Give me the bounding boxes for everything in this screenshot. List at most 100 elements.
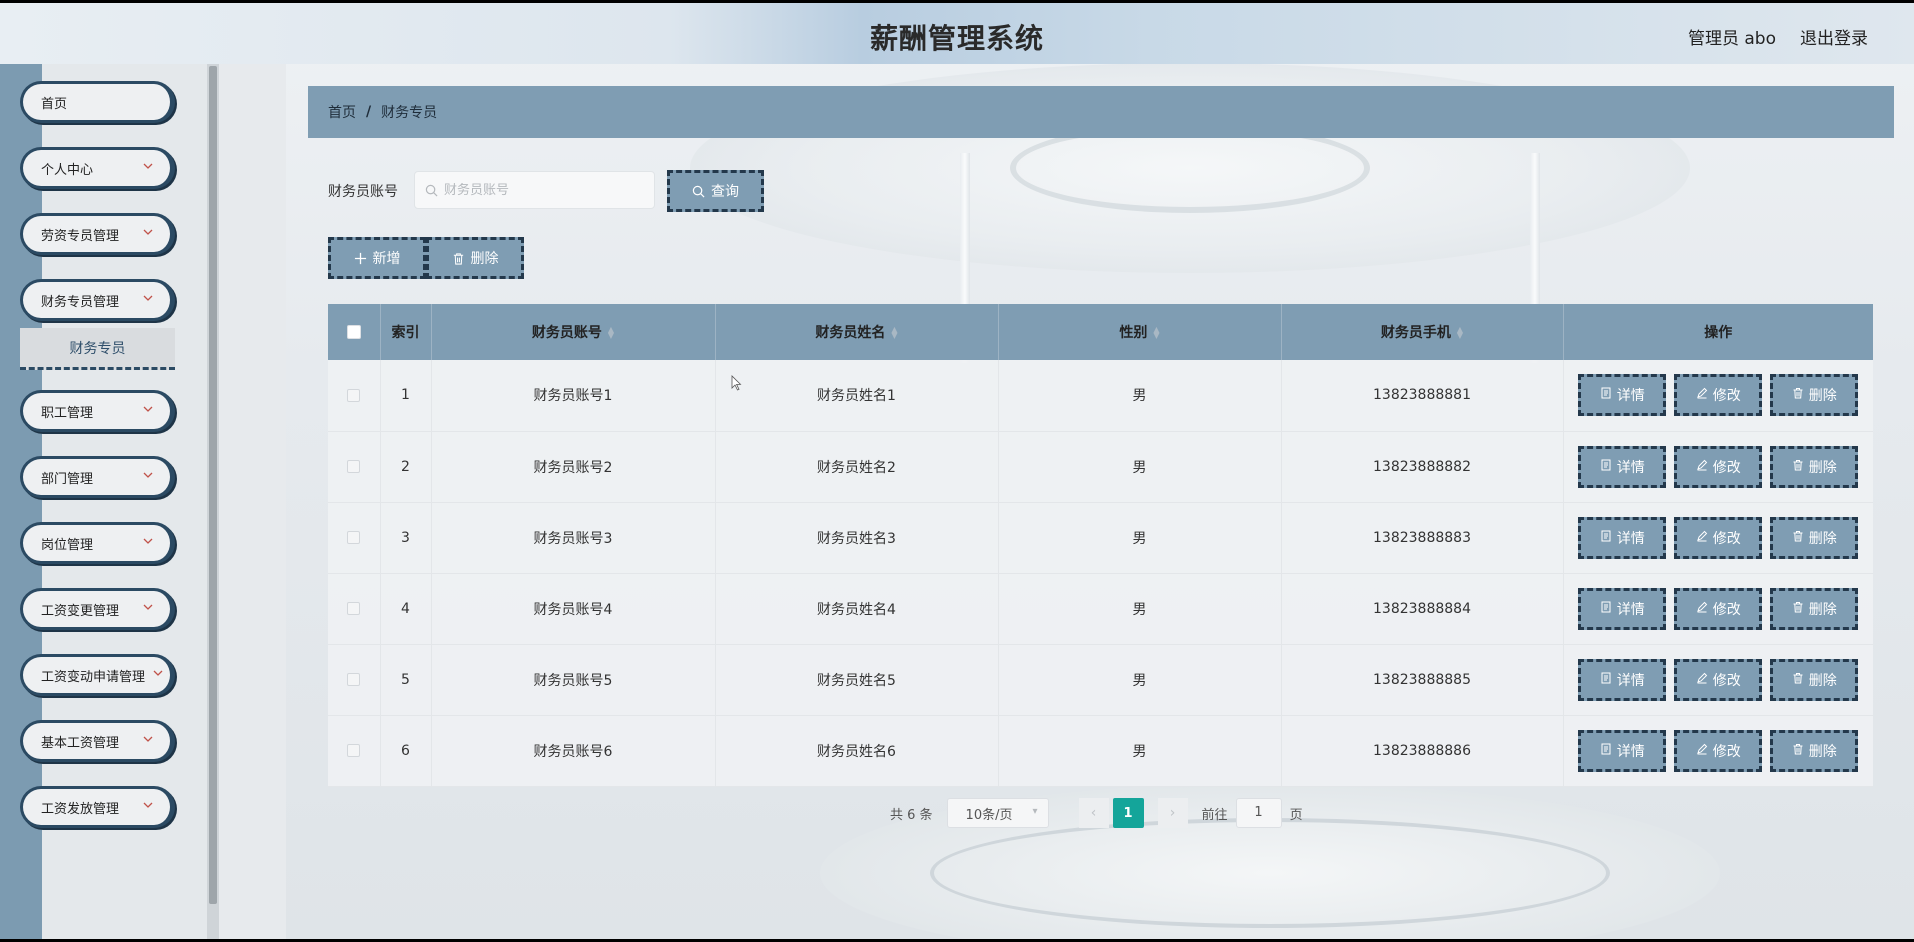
- column-header-account[interactable]: 财务员账号 ▲ ▼: [431, 304, 716, 360]
- sidebar-item-base-salary[interactable]: 基本工资管理: [20, 720, 175, 762]
- row-checkbox[interactable]: [347, 531, 361, 544]
- page-number-active[interactable]: 1: [1112, 798, 1144, 828]
- delete-button[interactable]: 删除: [1770, 516, 1859, 559]
- select-all-cell: [328, 304, 381, 360]
- delete-button-label: 删除: [1808, 601, 1837, 618]
- row-name: 财务员姓名1: [715, 360, 999, 431]
- edit-button[interactable]: 修改: [1674, 516, 1763, 559]
- breadcrumb-home[interactable]: 首页: [328, 102, 356, 122]
- row-name: 财务员姓名4: [715, 573, 999, 644]
- edit-button[interactable]: 修改: [1674, 658, 1763, 701]
- sort-icon[interactable]: ▲ ▼: [608, 326, 614, 340]
- chevron-down-icon: [142, 733, 156, 747]
- row-index: 4: [380, 573, 432, 644]
- row-checkbox[interactable]: [347, 388, 361, 402]
- sidebar-item-salary-change-request[interactable]: 工资变动申请管理: [20, 654, 175, 696]
- next-page-button[interactable]: ›: [1157, 798, 1188, 828]
- sidebar-item-salary-payment[interactable]: 工资发放管理: [20, 786, 175, 828]
- row-gender: 男: [998, 502, 1282, 573]
- document-icon: [1600, 530, 1612, 546]
- search-input[interactable]: [444, 182, 634, 198]
- add-button-label: 新增: [372, 251, 401, 267]
- table-row[interactable]: 4 财务员账号4 财务员姓名4 男 13823888884 详情 修改 删除: [328, 573, 1873, 644]
- edit-button[interactable]: 修改: [1674, 587, 1763, 630]
- table-row[interactable]: 5 财务员账号5 财务员姓名5 男 13823888885 详情 修改 删除: [328, 644, 1873, 715]
- delete-button[interactable]: 删除: [1770, 729, 1859, 772]
- column-header-gender[interactable]: 性别 ▲ ▼: [998, 304, 1282, 360]
- sidebar-item-position[interactable]: 岗位管理: [20, 522, 175, 564]
- row-phone: 13823888885: [1281, 644, 1564, 715]
- table-row[interactable]: 6 财务员账号6 财务员姓名6 男 13823888886 详情 修改 删除: [328, 715, 1873, 786]
- table-row[interactable]: 3 财务员账号3 财务员姓名3 男 13823888883 详情 修改 删除: [328, 502, 1873, 573]
- table-row[interactable]: 1 财务员账号1 财务员姓名1 男 13823888881 详情 修改 删除: [328, 360, 1873, 431]
- delete-button[interactable]: 删除: [1770, 374, 1859, 417]
- column-header-label: 性别: [1119, 325, 1148, 341]
- sidebar-subitem-finance-staff[interactable]: 财务专员: [20, 328, 175, 370]
- detail-button[interactable]: 详情: [1578, 374, 1667, 417]
- sort-icon[interactable]: ▲ ▼: [1153, 326, 1159, 340]
- column-header-label: 财务员姓名: [815, 325, 886, 341]
- detail-button[interactable]: 详情: [1578, 445, 1667, 488]
- row-checkbox[interactable]: [347, 673, 361, 686]
- page-size-value: 10条/页: [965, 807, 1013, 823]
- sidebar-gap: [219, 64, 286, 939]
- sidebar-item-label: 工资发放管理: [41, 801, 120, 817]
- detail-button[interactable]: 详情: [1578, 587, 1667, 630]
- column-header-phone[interactable]: 财务员手机 ▲ ▼: [1281, 304, 1564, 360]
- column-header-name[interactable]: 财务员姓名 ▲ ▼: [715, 304, 999, 360]
- logout-link[interactable]: 退出登录: [1800, 24, 1868, 49]
- delete-button[interactable]: 删除: [1770, 445, 1859, 488]
- sidebar-item-label: 岗位管理: [41, 537, 94, 553]
- sidebar-subitem-label: 财务专员: [69, 340, 126, 357]
- mouse-cursor-icon: [731, 375, 742, 391]
- row-checkbox[interactable]: [347, 460, 361, 473]
- row-account: 财务员账号2: [431, 431, 716, 502]
- table-row[interactable]: 2 财务员账号2 财务员姓名2 男 13823888882 详情 修改 删除: [328, 431, 1873, 502]
- page-size-select[interactable]: 10条/页 ▾: [946, 798, 1049, 828]
- row-select-cell: [328, 431, 381, 502]
- delete-button[interactable]: 删除: [1770, 587, 1859, 630]
- edit-button[interactable]: 修改: [1674, 374, 1763, 417]
- sidebar-item-employee[interactable]: 职工管理: [20, 390, 175, 432]
- sort-icon[interactable]: ▲ ▼: [1457, 326, 1463, 340]
- sort-icon[interactable]: ▲ ▼: [891, 326, 897, 340]
- detail-button[interactable]: 详情: [1578, 516, 1667, 559]
- prev-page-button[interactable]: ‹: [1078, 798, 1109, 828]
- edit-button[interactable]: 修改: [1674, 445, 1763, 488]
- search-button[interactable]: 查询: [667, 170, 764, 212]
- sidebar-item-finance-specialist[interactable]: 财务专员管理: [20, 279, 175, 321]
- sidebar-item-label: 工资变动申请管理: [41, 669, 146, 685]
- row-checkbox[interactable]: [347, 602, 361, 615]
- search-field[interactable]: [414, 171, 655, 209]
- sidebar-item-labor-specialist[interactable]: 劳资专员管理: [20, 213, 175, 255]
- select-all-checkbox[interactable]: [346, 325, 361, 339]
- edit-button-label: 修改: [1712, 388, 1741, 405]
- current-user: 管理员 abo: [1687, 29, 1776, 49]
- detail-button[interactable]: 详情: [1578, 658, 1667, 701]
- sidebar-item-salary-change[interactable]: 工资变更管理: [20, 588, 175, 630]
- row-actions-cell: 详情 修改 删除: [1563, 431, 1873, 502]
- detail-button-label: 详情: [1616, 743, 1645, 760]
- row-checkbox[interactable]: [347, 744, 361, 757]
- row-name: 财务员姓名6: [715, 715, 999, 786]
- scrollbar-thumb[interactable]: [209, 66, 217, 904]
- delete-button-label: 删除: [1808, 388, 1837, 405]
- document-icon: [1600, 743, 1612, 759]
- edit-button[interactable]: 修改: [1674, 729, 1763, 772]
- sidebar-item-home[interactable]: 首页: [20, 81, 175, 123]
- row-phone: 13823888883: [1281, 502, 1564, 573]
- batch-delete-button[interactable]: 删除: [426, 237, 524, 279]
- delete-button[interactable]: 删除: [1770, 658, 1859, 701]
- document-icon: [1600, 387, 1612, 403]
- row-actions-cell: 详情 修改 删除: [1563, 360, 1873, 431]
- detail-button[interactable]: 详情: [1578, 729, 1667, 772]
- sidebar-item-personal-center[interactable]: 个人中心: [20, 147, 175, 189]
- search-label: 财务员账号: [328, 184, 398, 200]
- goto-page-input[interactable]: 1: [1235, 798, 1282, 828]
- add-button[interactable]: 新增: [328, 237, 426, 279]
- sidebar-scrollbar[interactable]: [207, 64, 219, 939]
- sidebar-item-department[interactable]: 部门管理: [20, 456, 175, 498]
- row-account: 财务员账号3: [431, 502, 716, 573]
- sidebar-item-label: 财务专员管理: [41, 294, 120, 310]
- detail-button-label: 详情: [1616, 530, 1645, 547]
